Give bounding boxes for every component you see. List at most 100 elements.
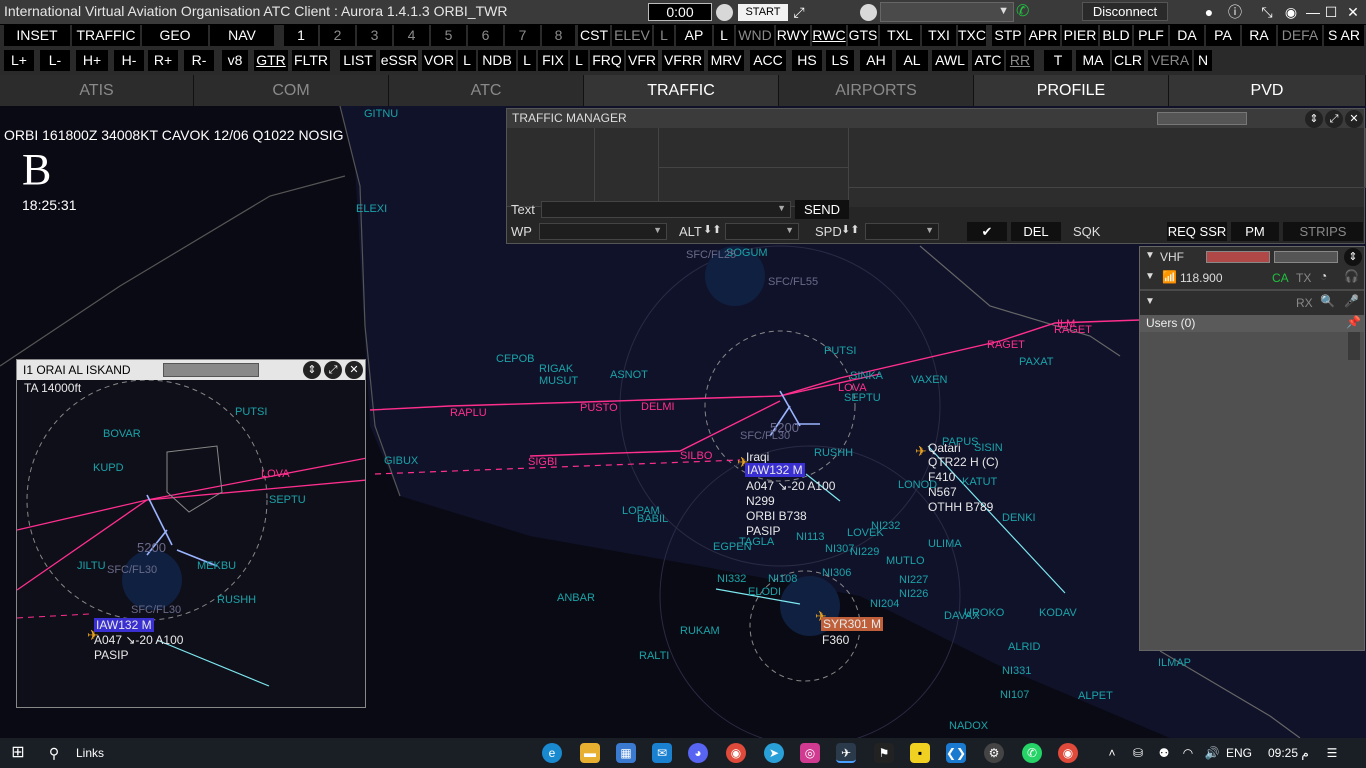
fullscreen-icon[interactable]: ⤡ [1258,3,1276,21]
volume-slider[interactable] [1206,251,1270,263]
callsign-select[interactable]: ▼ [880,2,1014,22]
headphones-icon[interactable]: 🎧 [1344,269,1359,283]
req-ssr-button[interactable]: REQ SSR [1167,222,1227,241]
language-indicator[interactable]: ENG [1226,746,1252,760]
arrow-updown-icon[interactable]: ⬇⬆ [841,223,859,236]
toolbar-stp-button[interactable]: STP [992,25,1024,46]
close-icon[interactable]: ✕ [1345,110,1363,128]
search-dot-icon[interactable] [860,4,877,21]
vscode-icon[interactable]: ❮❯ [946,743,966,763]
whatsapp-icon[interactable]: ✆ [1022,743,1042,763]
pm-button[interactable]: PM [1231,222,1279,241]
toolbar-vor-l-button[interactable]: L [458,50,476,71]
toolbar-fix-button[interactable]: FIX [538,50,568,71]
toolbar-pa-button[interactable]: PA [1206,25,1240,46]
user-icon[interactable]: ● [1200,3,1218,21]
toolbar-vera-button[interactable]: VERA [1148,50,1192,71]
toolbar-essr-button[interactable]: eSSR [380,50,418,71]
toolbar-ah-button[interactable]: AH [860,50,892,71]
maximize-icon[interactable]: ☐ [1322,3,1340,21]
edge-icon[interactable]: e [542,743,562,763]
toolbar-preset-3[interactable]: 3 [357,25,392,46]
toolbar-range-plus-button[interactable]: R+ [148,50,178,71]
chevron-down-icon[interactable]: ▼ [1145,271,1155,282]
toolbar-mrv-button[interactable]: MRV [708,50,744,71]
toolbar-txc-button[interactable]: TXC [958,25,986,46]
tab-atis[interactable]: ATIS [0,75,194,106]
opacity-slider[interactable] [163,363,259,377]
toolbar-defa-button[interactable]: DEFA [1278,25,1322,46]
chrome-icon[interactable]: ◉ [1058,743,1078,763]
toolbar-ra-button[interactable]: RA [1242,25,1276,46]
timer-reset-button[interactable] [716,4,733,21]
close-icon[interactable]: ✕ [345,361,363,379]
tab-traffic[interactable]: TRAFFIC [584,75,779,106]
collapse-icon[interactable]: ⇕ [303,361,321,379]
toolbar-n-button[interactable]: N [1194,50,1212,71]
collapse-icon[interactable]: ⇕ [1305,110,1323,128]
search-icon[interactable]: 🔍 [1320,294,1335,308]
volume-slider[interactable] [1274,251,1338,263]
toolbar-preset-2[interactable]: 2 [320,25,355,46]
person-icon[interactable]: ⚉ [1154,743,1174,763]
toolbar-preset-5[interactable]: 5 [431,25,466,46]
wifi-icon[interactable]: ◔ [1320,269,1327,283]
aircraft-icon[interactable]: ✈ [915,443,927,459]
external-window-icon[interactable]: ⤢ [790,3,808,21]
toolbar-fix-l-button[interactable]: L [570,50,588,71]
toolbar-range-minus-button[interactable]: R- [184,50,214,71]
toolbar-txi-button[interactable]: TXI [922,25,956,46]
toolbar-clr-button[interactable]: CLR [1112,50,1144,71]
toolbar-wnd-button[interactable]: WND [736,25,774,46]
toolbar-traffic-button[interactable]: TRAFFIC [72,25,140,46]
toolbar-ap-button[interactable]: AP [676,25,712,46]
network-drive-icon[interactable]: ⛁ [1128,743,1148,763]
toolbar-elev-l-button[interactable]: L [654,25,674,46]
confirm-check-button[interactable]: ✔ [967,222,1007,241]
toolbar-preset-4[interactable]: 4 [394,25,429,46]
phone-icon[interactable]: ✆ [1016,3,1034,21]
chrome-icon[interactable]: ◉ [726,743,746,763]
ca-toggle[interactable]: CA [1272,271,1289,285]
text-input[interactable]: ▼ [541,201,791,218]
store-icon[interactable]: ▦ [616,743,636,763]
pin-icon[interactable]: 📌 [1346,315,1361,329]
toolbar-nav-button[interactable]: NAV [210,25,274,46]
close-icon[interactable]: ✕ [1344,3,1362,21]
windows-start-icon[interactable]: ⊞ [8,743,28,763]
frequency-value[interactable]: 118.900 [1180,271,1223,285]
fullscreen-icon[interactable]: ⤢ [1325,110,1343,128]
tab-com[interactable]: COM [194,75,389,106]
wifi-icon[interactable]: ◠ [1178,743,1198,763]
toolbar-ap-l-button[interactable]: L [714,25,734,46]
toolbar-apr-button[interactable]: APR [1026,25,1060,46]
steam-icon[interactable]: ⚙ [984,743,1004,763]
collapse-icon[interactable]: ⇕ [1344,248,1362,266]
toolbar-height-minus-button[interactable]: H- [114,50,144,71]
start-button[interactable]: START [738,4,788,21]
chevron-up-icon[interactable]: ˄ [1102,743,1122,763]
discord-icon[interactable]: ◕ [688,743,708,763]
microphone-icon[interactable]: 🎤 [1344,294,1359,308]
toolbar-frq-button[interactable]: FRQ [590,50,624,71]
tab-airports[interactable]: AIRPORTS [779,75,974,106]
toolbar-ls-button[interactable]: LS [826,50,854,71]
chevron-down-icon[interactable]: ▼ [1145,250,1155,261]
fullscreen-icon[interactable]: ⤢ [324,361,342,379]
toolbar-v8-button[interactable]: v8 [222,50,248,71]
toolbar-ndb-l-button[interactable]: L [518,50,536,71]
toolbar-rr-button[interactable]: RR [1006,50,1034,71]
mail-icon[interactable]: ✉ [652,743,672,763]
telegram-icon[interactable]: ➤ [764,743,784,763]
toolbar-ma-button[interactable]: MA [1076,50,1110,71]
aircraft-callsign[interactable]: QTR22 H (C) [928,455,999,469]
toolbar-cst-button[interactable]: CST [578,25,610,46]
spd-select[interactable]: ▼ [865,223,939,240]
toolbar-vor-button[interactable]: VOR [422,50,456,71]
volume-icon[interactable]: 🔊 [1202,743,1222,763]
toolbar-acc-button[interactable]: ACC [750,50,786,71]
tab-pvd[interactable]: PVD [1169,75,1366,106]
taskbar-clock[interactable]: 09:25 م [1268,746,1309,760]
toolbar-gtr-button[interactable]: GTR [254,50,288,71]
toolbar-rwy-button[interactable]: RWY [776,25,810,46]
